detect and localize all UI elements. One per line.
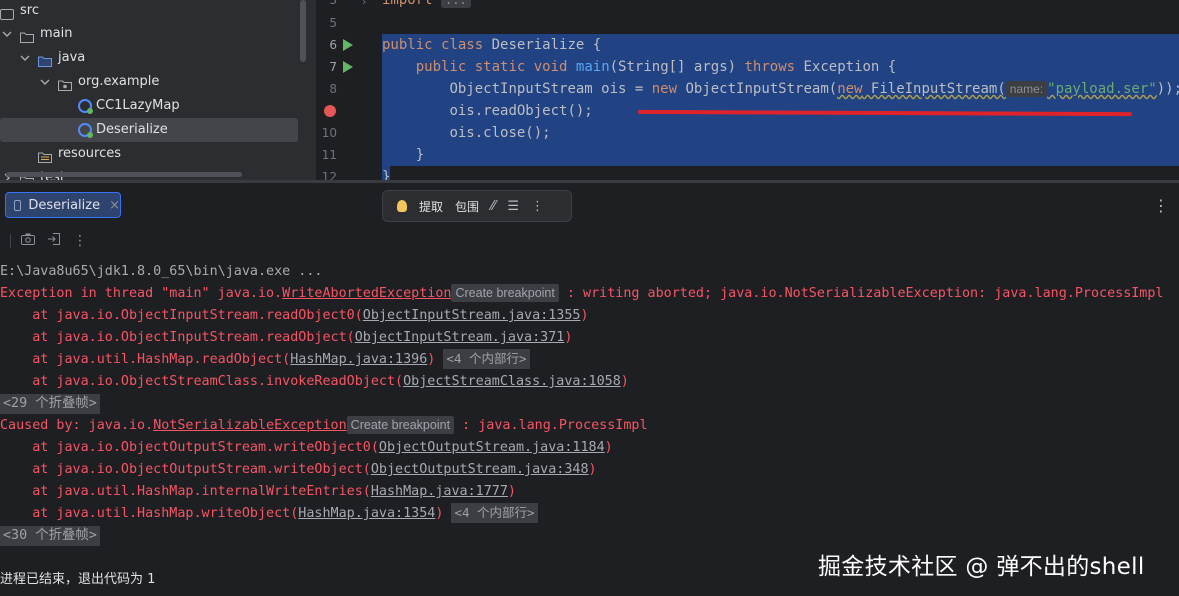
line-number: 7 — [329, 60, 337, 74]
line-number: 5 — [329, 16, 337, 30]
line-number: 12 — [321, 170, 337, 180]
code-line-3: import ... — [382, 0, 471, 11]
console-command-line: E:\Java8u65\jdk1.8.0_65\bin\java.exe ... — [0, 264, 323, 279]
editor-gutter: 3 › 5 6 7 8 10 11 12 — [316, 0, 380, 180]
line-number: 6 — [329, 38, 337, 52]
source-link[interactable]: HashMap.java:1777 — [371, 484, 508, 499]
close-icon[interactable]: × — [109, 198, 120, 213]
camera-icon[interactable] — [21, 233, 35, 249]
panel-divider-horizontal[interactable] — [0, 180, 1179, 183]
run-tab-deserialize[interactable]: Deserialize × — [5, 192, 121, 218]
source-link[interactable]: ObjectOutputStream.java:1184 — [379, 440, 605, 455]
java-class-icon — [78, 99, 93, 114]
create-breakpoint-button[interactable]: Create breakpoint — [346, 416, 455, 434]
code-editor[interactable]: 3 › 5 6 7 8 10 11 12 import ... public c… — [316, 0, 1179, 180]
java-class-icon — [78, 123, 93, 138]
lightbulb-icon[interactable] — [397, 200, 407, 212]
chevron-down-icon[interactable] — [20, 53, 30, 63]
folder-icon — [20, 28, 34, 43]
chevron-down-icon[interactable] — [40, 77, 50, 87]
line-number: 3 — [329, 0, 337, 7]
watermark: 掘金技术社区 @ 弹不出的shell — [818, 554, 1145, 580]
stack-frame: at java.io.ObjectInputStream.readObject0… — [0, 308, 589, 323]
create-breakpoint-button[interactable]: Create breakpoint — [451, 284, 559, 302]
breakpoint-icon[interactable] — [324, 105, 336, 117]
source-link[interactable]: ObjectStreamClass.java:1058 — [403, 374, 621, 389]
run-main-icon[interactable] — [343, 61, 353, 73]
pin-icon[interactable]: ⁄⁄ — [491, 199, 495, 214]
process-exit-line: 进程已结束，退出代码为 1 — [0, 572, 156, 587]
code-line-12: } — [382, 169, 391, 180]
folded-frames-2[interactable]: <30 个折叠帧> — [0, 525, 100, 547]
console-icon — [14, 199, 22, 211]
caused-by-line: Caused by: java.io.NotSerializableExcept… — [0, 416, 648, 434]
chevron-down-icon[interactable] — [2, 29, 12, 39]
list-icon[interactable]: ☰ — [507, 199, 519, 214]
folder-icon — [0, 5, 14, 20]
parameter-hint: name: — [1005, 81, 1048, 97]
internal-lines-fold[interactable]: <4 个内部行> — [443, 349, 530, 369]
exception-line: Exception in thread "main" java.io.Write… — [0, 284, 1164, 302]
horizontal-scrollbar[interactable] — [6, 172, 242, 177]
stack-frame: at java.util.HashMap.readObject(HashMap.… — [0, 349, 530, 371]
source-folder-icon — [38, 52, 52, 67]
code-line-7: public static void main(String[] args) t… — [415, 59, 897, 75]
tree-item-label: CC1LazyMap — [96, 98, 180, 113]
more-icon[interactable]: ⋮ — [531, 199, 544, 214]
folded-imports[interactable]: ... — [441, 0, 471, 8]
translation-toolbar: 提取 包围 ⁄⁄ ☰ ⋮ — [382, 190, 572, 222]
package-icon — [58, 76, 72, 91]
tree-item-label: main — [40, 26, 73, 41]
source-link[interactable]: HashMap.java:1354 — [298, 506, 435, 521]
code-line-6: public class Deserialize { — [382, 37, 602, 53]
exception-class-link[interactable]: NotSerializableException — [153, 418, 346, 433]
tree-item-label: src — [20, 3, 39, 18]
stack-frame: at java.io.ObjectOutputStream.writeObjec… — [0, 440, 613, 455]
console-toolbar: ⋮ — [10, 232, 99, 250]
tree-item-label: Deserialize — [96, 122, 168, 137]
source-link[interactable]: HashMap.java:1396 — [290, 352, 427, 367]
source-link[interactable]: ObjectInputStream.java:371 — [355, 330, 565, 345]
wrap-button[interactable]: 包围 — [455, 198, 479, 215]
stack-frame: at java.util.HashMap.writeObject(HashMap… — [0, 503, 538, 525]
toolbar-separator — [10, 234, 11, 248]
tree-item-label: org.example — [78, 74, 160, 89]
code-line-10: ois.close(); — [449, 125, 551, 141]
tree-item-resources[interactable]: resources — [38, 142, 300, 166]
source-link[interactable]: ObjectOutputStream.java:348 — [371, 462, 589, 477]
tree-item-label: resources — [58, 146, 122, 161]
tree-item-main[interactable]: main — [0, 22, 300, 46]
folded-frames-1[interactable]: <29 个折叠帧> — [0, 393, 100, 415]
project-tree: src main java org.example CC1LazyMap Des… — [0, 0, 310, 180]
login-icon[interactable] — [47, 232, 61, 250]
line-number: 11 — [321, 148, 337, 162]
tree-item-src[interactable]: src — [0, 0, 300, 23]
line-number: 8 — [329, 82, 337, 96]
code-line-9: ois.readObject(); — [449, 103, 593, 119]
resources-folder-icon — [38, 148, 52, 163]
more-icon[interactable]: ⋮ — [73, 233, 87, 249]
tree-item-org-example[interactable]: org.example — [0, 70, 300, 94]
exception-class-link[interactable]: WriteAbortedException — [282, 286, 451, 301]
tree-item-deserialize[interactable]: Deserialize — [0, 118, 298, 142]
code-line-8: ObjectInputStream ois = new ObjectInputS… — [449, 81, 1179, 97]
fold-marker-icon[interactable]: › — [362, 0, 366, 8]
stack-frame: at java.util.HashMap.internalWriteEntrie… — [0, 484, 516, 499]
options-menu-icon[interactable]: ⋮ — [1153, 196, 1169, 215]
source-link[interactable]: ObjectInputStream.java:1355 — [363, 308, 581, 323]
stack-frame: at java.io.ObjectOutputStream.writeObjec… — [0, 462, 597, 477]
tree-item-cc1lazymap[interactable]: CC1LazyMap — [78, 94, 300, 118]
stack-frame: at java.io.ObjectStreamClass.invokeReadO… — [0, 374, 629, 389]
tree-item-label: java — [58, 50, 86, 65]
line-number: 10 — [321, 126, 337, 140]
tree-item-java[interactable]: java — [0, 46, 300, 70]
extract-button[interactable]: 提取 — [419, 198, 443, 215]
code-line-11: } — [415, 147, 425, 163]
run-class-icon[interactable] — [343, 39, 353, 51]
vertical-scrollbar[interactable] — [300, 0, 306, 62]
stack-frame: at java.io.ObjectInputStream.readObject(… — [0, 330, 573, 345]
internal-lines-fold[interactable]: <4 个内部行> — [451, 503, 538, 523]
